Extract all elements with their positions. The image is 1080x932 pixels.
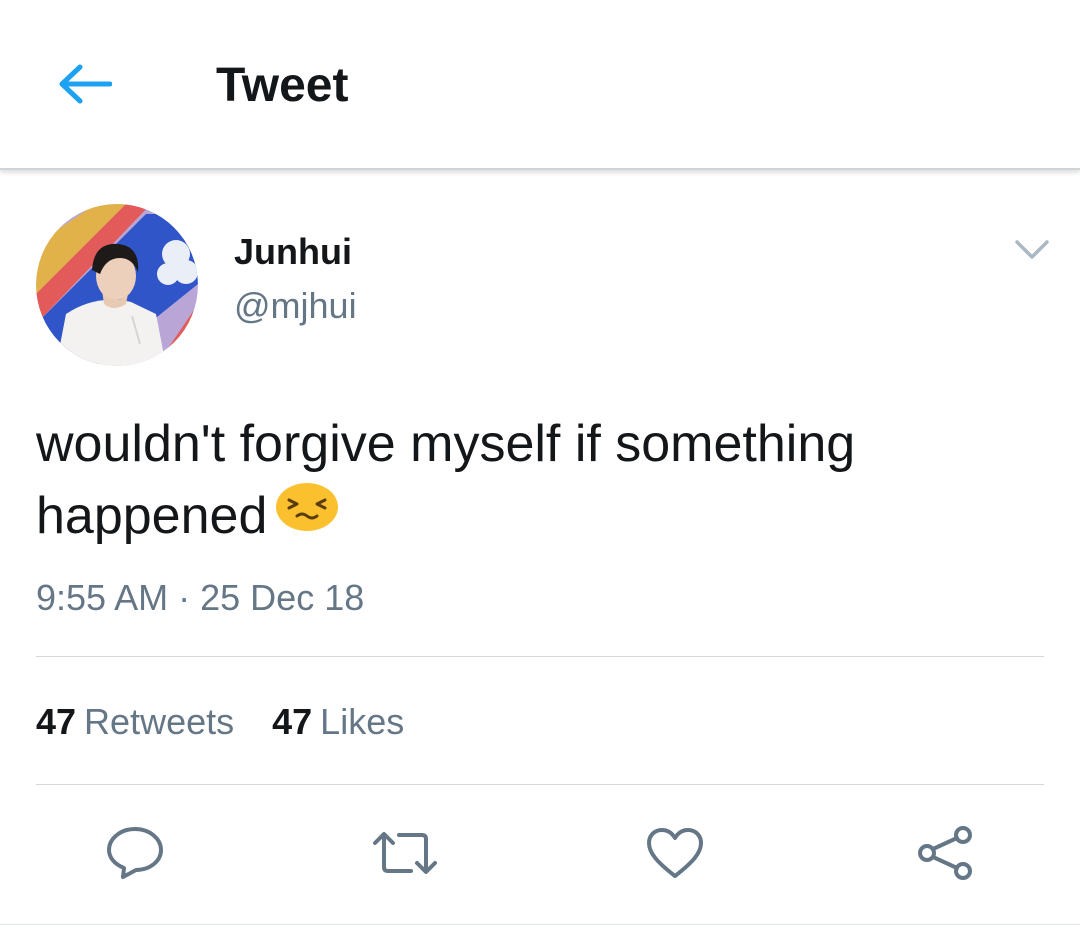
worried-face-emoji bbox=[275, 479, 339, 551]
tweet-date: 25 Dec 18 bbox=[200, 577, 365, 618]
like-button[interactable] bbox=[640, 818, 710, 888]
tweet-menu-button[interactable] bbox=[1010, 232, 1054, 268]
retweets-count: 47 bbox=[36, 701, 77, 742]
avatar[interactable] bbox=[36, 204, 198, 366]
likes-count-link[interactable]: 47 Likes bbox=[272, 700, 404, 744]
tweet-text-line-2: happened bbox=[36, 480, 1036, 552]
reply-bubble-icon bbox=[107, 827, 163, 879]
author-handle[interactable]: @mjhui bbox=[234, 284, 357, 328]
chevron-down-icon bbox=[1015, 240, 1049, 259]
tweet-time: 9:55 AM bbox=[36, 577, 169, 618]
tweet-text: wouldn't forgive myself if something hap… bbox=[36, 408, 1036, 552]
reply-button[interactable] bbox=[100, 818, 170, 888]
heart-icon bbox=[647, 828, 703, 878]
page-title: Tweet bbox=[216, 59, 349, 112]
divider bbox=[0, 924, 1080, 925]
retweet-icon bbox=[373, 832, 437, 874]
tweet-timestamp[interactable]: 9:55 AM · 25 Dec 18 bbox=[36, 576, 364, 620]
retweets-label: Retweets bbox=[84, 701, 235, 742]
divider bbox=[36, 656, 1044, 657]
divider bbox=[36, 784, 1044, 785]
retweet-button[interactable] bbox=[370, 818, 440, 888]
likes-label: Likes bbox=[320, 701, 405, 742]
share-button[interactable] bbox=[910, 818, 980, 888]
likes-count: 47 bbox=[272, 701, 313, 742]
tweet-stats: 47 Retweets 47 Likes bbox=[36, 700, 442, 744]
tweet-text-line-2-words: happened bbox=[36, 487, 268, 545]
tweet-text-line-1: wouldn't forgive myself if something bbox=[36, 415, 856, 473]
retweets-count-link[interactable]: 47 Retweets bbox=[36, 700, 234, 744]
share-icon bbox=[918, 826, 972, 880]
arrow-left-icon bbox=[59, 64, 112, 104]
timestamp-separator: · bbox=[178, 577, 191, 618]
top-app-bar: Tweet bbox=[0, 0, 1080, 170]
back-button[interactable] bbox=[50, 52, 120, 116]
author-name[interactable]: Junhui bbox=[234, 230, 352, 274]
